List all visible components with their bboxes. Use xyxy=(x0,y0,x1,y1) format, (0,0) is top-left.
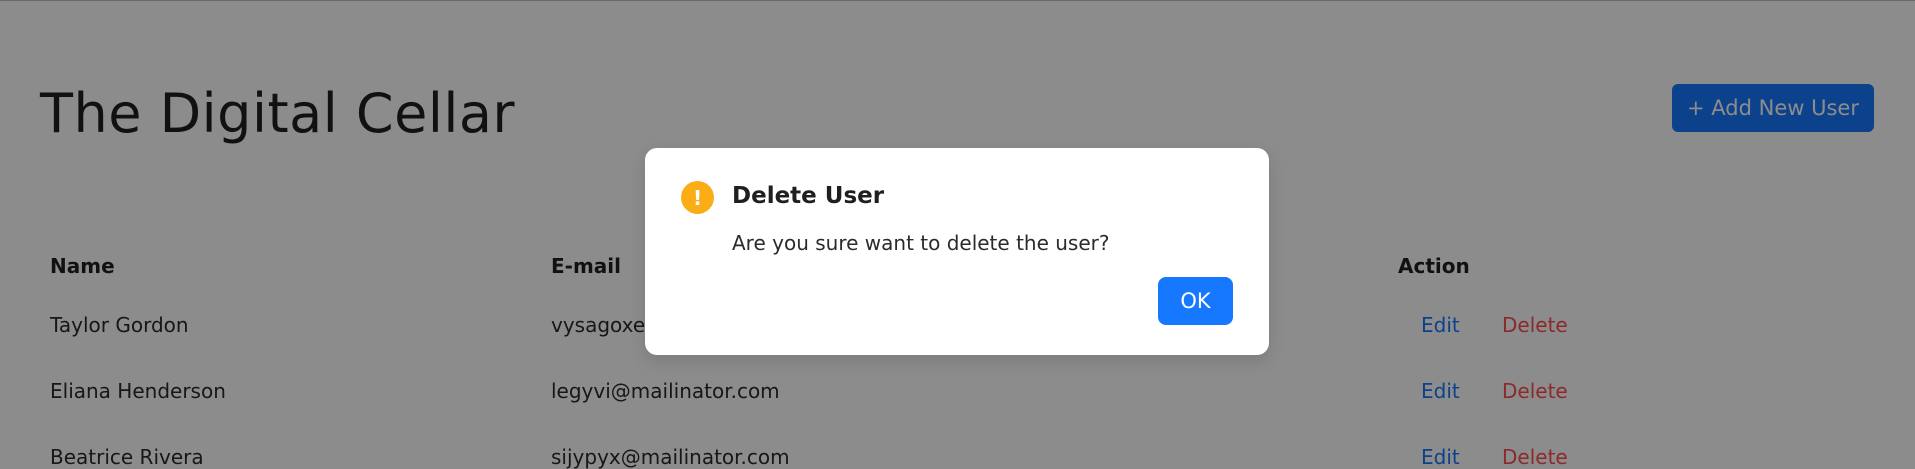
ok-button[interactable]: OK xyxy=(1158,277,1233,325)
delete-user-modal: ! Delete User Are you sure want to delet… xyxy=(645,148,1269,355)
exclamation-icon: ! xyxy=(681,181,714,214)
modal-message: Are you sure want to delete the user? xyxy=(732,231,1110,255)
modal-title: Delete User xyxy=(732,183,885,209)
users-page: The Digital Cellar + Add New User Name E… xyxy=(0,0,1915,469)
